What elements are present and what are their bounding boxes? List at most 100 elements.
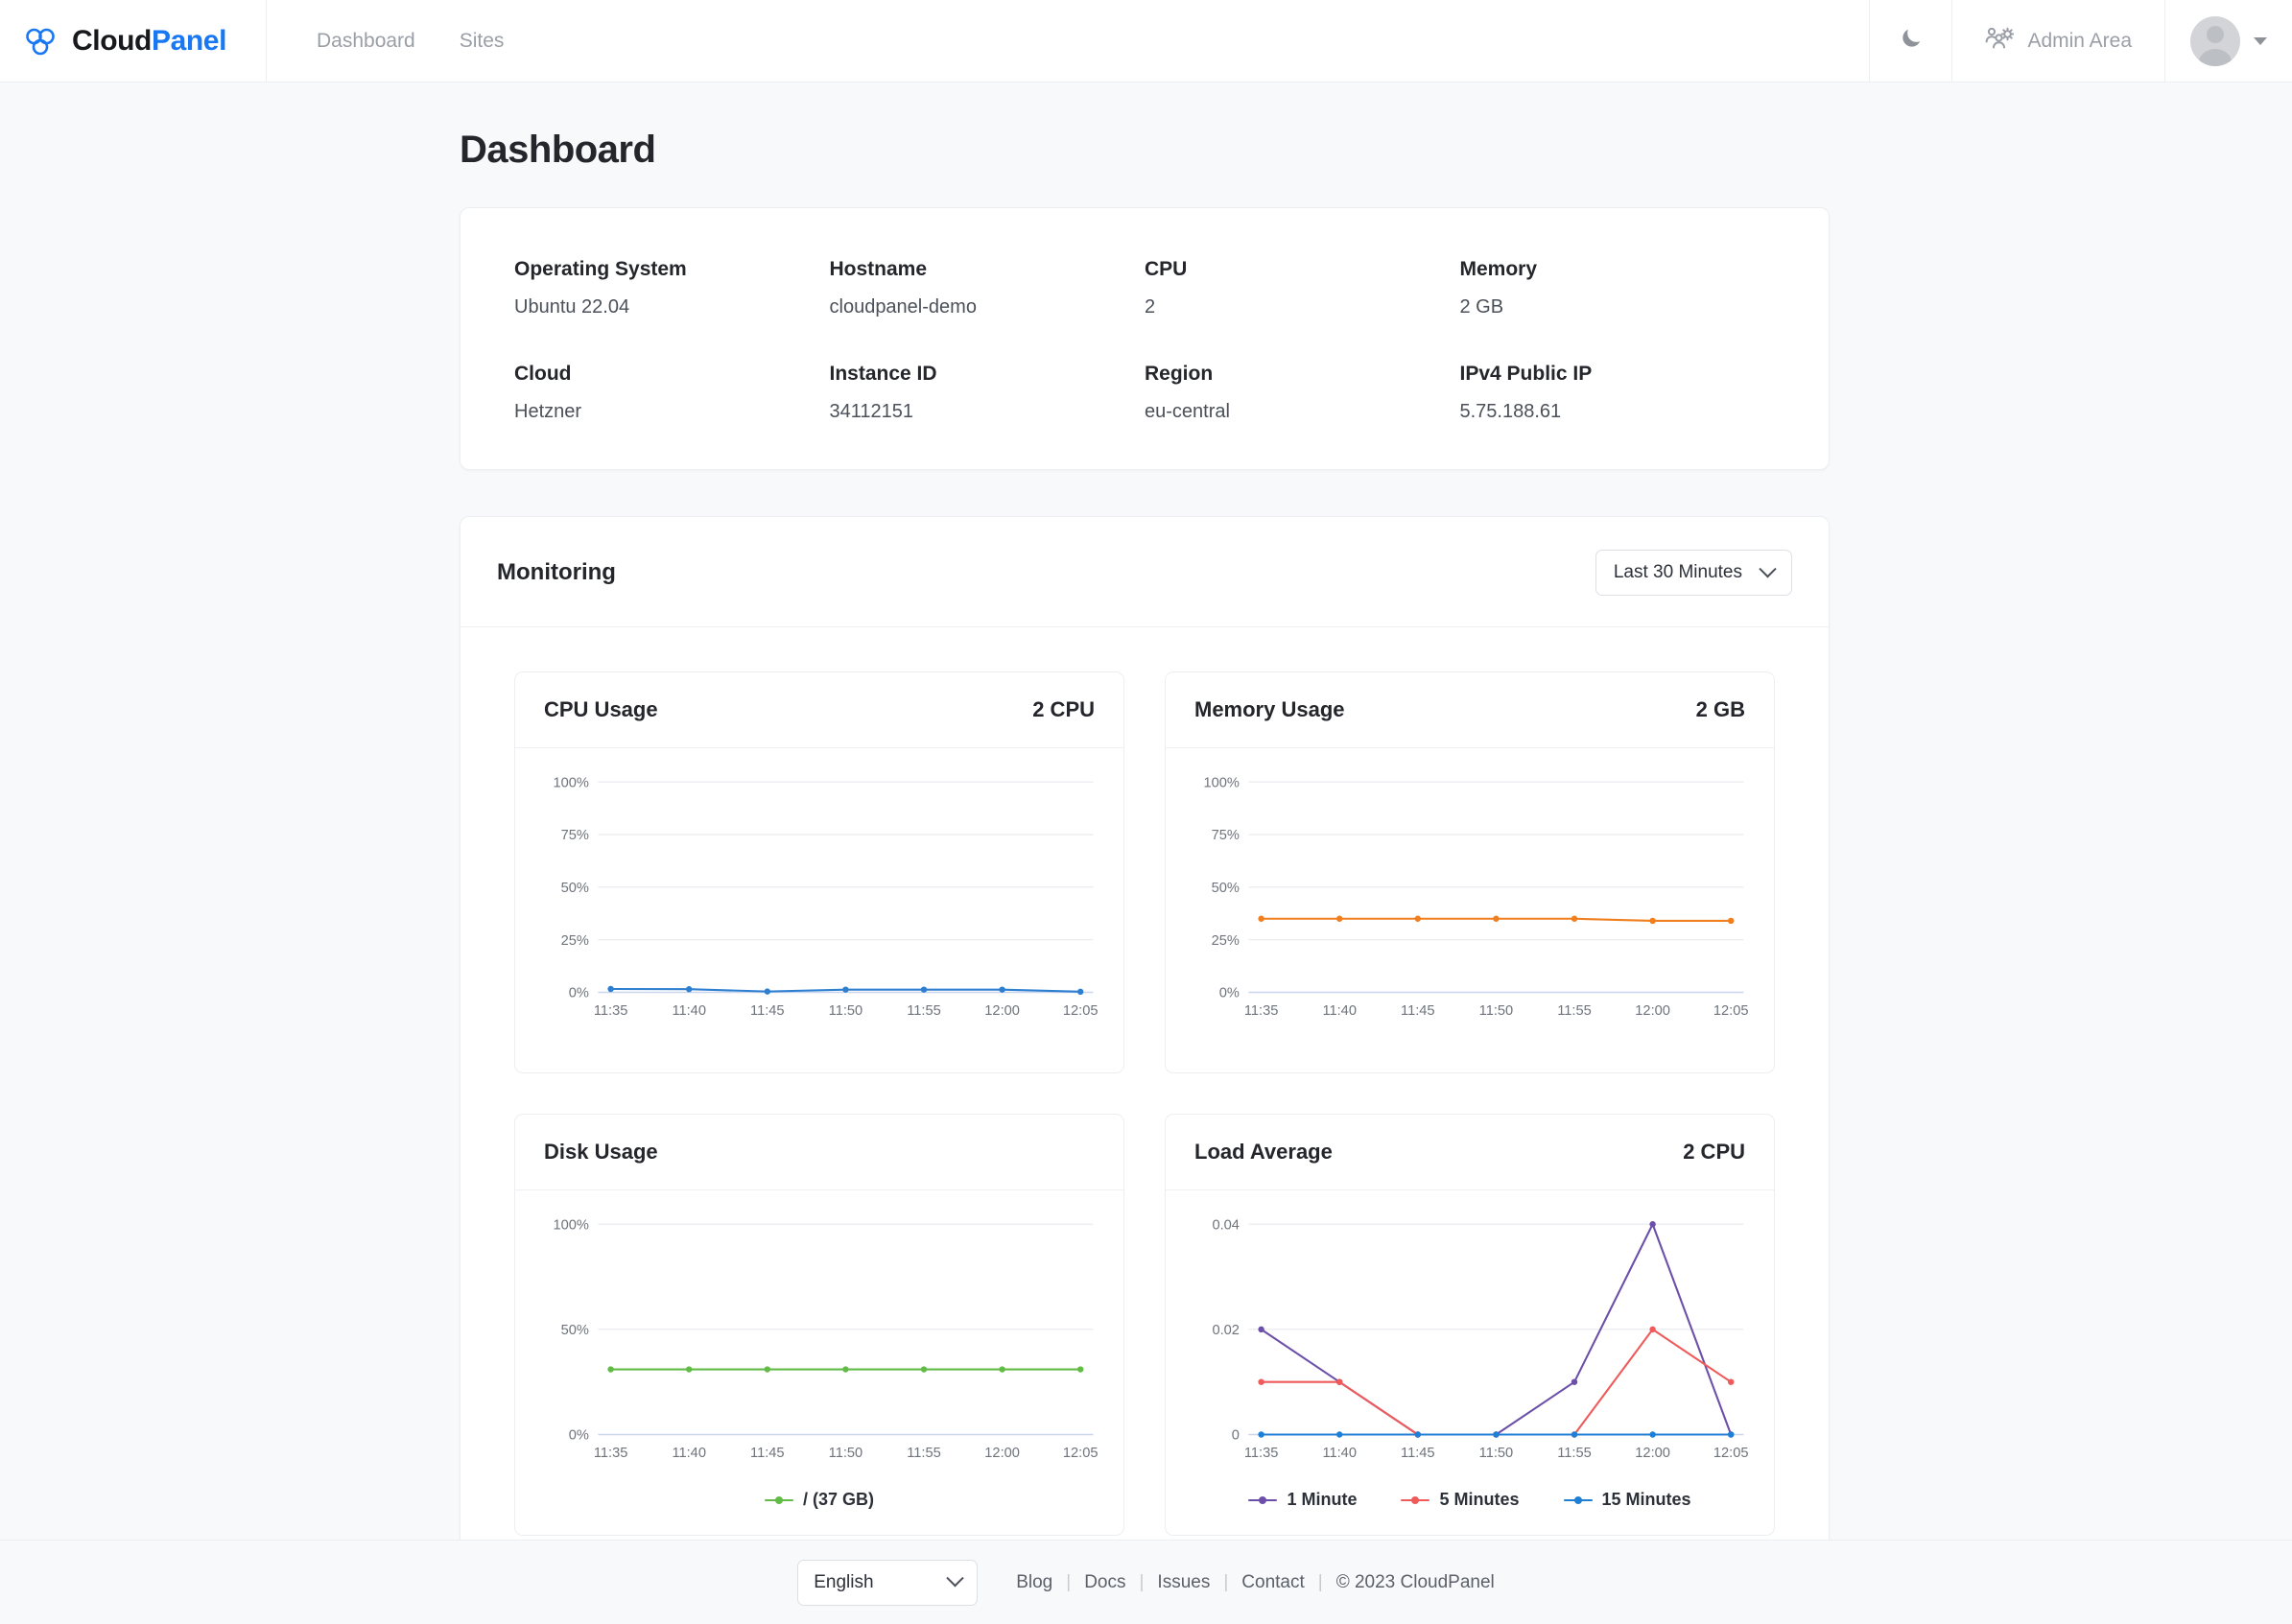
svg-text:11:40: 11:40 bbox=[672, 1446, 706, 1461]
svg-text:0.04: 0.04 bbox=[1212, 1218, 1239, 1234]
chevron-down-icon bbox=[2254, 36, 2267, 45]
svg-text:0: 0 bbox=[1232, 1428, 1240, 1444]
language-select[interactable]: English bbox=[797, 1559, 979, 1606]
monitoring-header: Monitoring Last 30 Minutes bbox=[461, 517, 1829, 627]
info-value: 34112151 bbox=[829, 401, 914, 422]
brand-name: CloudPanel bbox=[72, 25, 226, 58]
time-range-value: Last 30 Minutes bbox=[1613, 562, 1742, 582]
chart-header: Load Average 2 CPU bbox=[1166, 1115, 1774, 1191]
chart-card-memory-usage: Memory Usage 2 GB 0% 25% 50% 75% 100% 11:35 11… bbox=[1165, 671, 1775, 1074]
chart-card-cpu-usage: CPU Usage 2 CPU 0% 25% 50% 75% 100% 11:35 11:4… bbox=[514, 671, 1124, 1074]
chart-card-load-average: Load Average 2 CPU 0 0.02 0.04 11:35 11:40 11… bbox=[1165, 1114, 1775, 1537]
chart-legend bbox=[515, 1042, 1123, 1072]
footer-link-docs[interactable]: Docs bbox=[1071, 1572, 1139, 1593]
svg-text:12:05: 12:05 bbox=[1063, 1003, 1099, 1019]
info-item-memory: Memory 2 GB bbox=[1460, 258, 1776, 318]
legend-item[interactable]: 15 Minutes bbox=[1563, 1490, 1691, 1510]
legend-marker-icon bbox=[1563, 1494, 1593, 1507]
svg-text:100%: 100% bbox=[554, 775, 589, 790]
memory-usage-plot: 0% 25% 50% 75% 100% 11:35 11:40 11:45 11:50 11:55… bbox=[1204, 775, 1749, 1019]
info-label: CPU bbox=[1145, 258, 1188, 280]
nav-sites[interactable]: Sites bbox=[460, 30, 505, 53]
legend-label: 5 Minutes bbox=[1439, 1490, 1520, 1510]
language-value: English bbox=[814, 1571, 874, 1592]
svg-text:11:55: 11:55 bbox=[907, 1446, 941, 1461]
chart-legend: 1 Minute 5 Minutes 15 Minutes bbox=[1166, 1484, 1774, 1535]
svg-text:100%: 100% bbox=[1204, 775, 1240, 790]
user-menu-button[interactable] bbox=[2164, 0, 2292, 82]
svg-text:11:35: 11:35 bbox=[1244, 1003, 1279, 1019]
svg-text:12:00: 12:00 bbox=[984, 1003, 1020, 1019]
svg-text:11:50: 11:50 bbox=[1479, 1003, 1514, 1019]
server-info-grid: Operating System Ubuntu 22.04 Hostname c… bbox=[514, 258, 1775, 423]
info-label: Cloud bbox=[514, 363, 572, 385]
svg-text:12:05: 12:05 bbox=[1713, 1003, 1749, 1019]
chart-plot-area: 0 0.02 0.04 11:35 11:40 11:45 11:50 11:55 12:00 1… bbox=[1166, 1190, 1774, 1484]
svg-text:50%: 50% bbox=[561, 1323, 589, 1338]
chart-metric: 2 CPU bbox=[1683, 1140, 1745, 1165]
brand-logo-area[interactable]: CloudPanel bbox=[0, 0, 267, 82]
top-header-bar: CloudPanel Dashboard Sites Admin Area bbox=[0, 0, 2292, 82]
legend-item[interactable]: 1 Minute bbox=[1248, 1490, 1357, 1510]
svg-text:11:55: 11:55 bbox=[1557, 1446, 1592, 1461]
footer-link-contact[interactable]: Contact bbox=[1228, 1572, 1317, 1593]
time-range-select[interactable]: Last 30 Minutes bbox=[1595, 550, 1792, 596]
chart-metric: 2 GB bbox=[1695, 697, 1745, 721]
info-item-instance-id: Instance ID 34112151 bbox=[830, 363, 1146, 423]
svg-text:25%: 25% bbox=[1212, 933, 1240, 949]
info-item-cloud: Cloud Hetzner bbox=[514, 363, 830, 423]
chart-title: Disk Usage bbox=[544, 1140, 658, 1165]
svg-text:25%: 25% bbox=[561, 933, 589, 949]
monitoring-title: Monitoring bbox=[497, 559, 616, 585]
svg-text:50%: 50% bbox=[561, 881, 589, 896]
svg-text:11:50: 11:50 bbox=[829, 1003, 863, 1019]
footer-link-blog[interactable]: Blog bbox=[1003, 1572, 1066, 1593]
legend-marker-icon bbox=[764, 1494, 793, 1507]
svg-text:12:00: 12:00 bbox=[1635, 1003, 1670, 1019]
brand-name-part1: Cloud bbox=[72, 24, 152, 57]
disk-usage-plot: 0% 50% 100% 11:35 11:40 11:45 11:50 11:55 12:00 1… bbox=[554, 1218, 1099, 1462]
svg-text:12:05: 12:05 bbox=[1063, 1446, 1099, 1461]
info-value: 2 bbox=[1145, 296, 1156, 318]
cloud-logo-icon bbox=[21, 22, 59, 60]
info-value: cloudpanel-demo bbox=[829, 296, 977, 318]
server-info-card: Operating System Ubuntu 22.04 Hostname c… bbox=[460, 207, 1830, 470]
footer-link-issues[interactable]: Issues bbox=[1144, 1572, 1223, 1593]
info-value: eu-central bbox=[1145, 401, 1230, 422]
svg-text:11:45: 11:45 bbox=[1401, 1446, 1435, 1461]
load-average-plot: 0 0.02 0.04 11:35 11:40 11:45 11:50 11:55 12:00 1… bbox=[1212, 1218, 1749, 1462]
svg-text:12:00: 12:00 bbox=[984, 1446, 1020, 1461]
info-item-hostname: Hostname cloudpanel-demo bbox=[830, 258, 1146, 318]
legend-marker-icon bbox=[1248, 1494, 1278, 1507]
chevron-down-icon bbox=[1759, 559, 1777, 577]
admin-area-button[interactable]: Admin Area bbox=[1951, 0, 2164, 82]
svg-text:11:35: 11:35 bbox=[1244, 1446, 1279, 1461]
legend-label: / (37 GB) bbox=[802, 1490, 874, 1510]
nav-dashboard[interactable]: Dashboard bbox=[317, 30, 415, 53]
chart-plot-area: 0% 25% 50% 75% 100% 11:35 11:40 11:45 11:50 11:55… bbox=[1166, 748, 1774, 1042]
brand-name-part2: Panel bbox=[151, 24, 227, 57]
svg-text:12:05: 12:05 bbox=[1713, 1446, 1749, 1461]
dark-mode-toggle[interactable] bbox=[1869, 0, 1951, 82]
svg-text:11:55: 11:55 bbox=[1557, 1003, 1592, 1019]
svg-text:50%: 50% bbox=[1212, 881, 1240, 896]
svg-text:11:45: 11:45 bbox=[1401, 1003, 1435, 1019]
info-label: Memory bbox=[1459, 258, 1538, 280]
footer-copyright: © 2023 CloudPanel bbox=[1335, 1571, 1495, 1592]
info-label: Instance ID bbox=[829, 363, 937, 385]
legend-label: 15 Minutes bbox=[1601, 1490, 1691, 1510]
svg-text:11:35: 11:35 bbox=[594, 1446, 628, 1461]
svg-text:11:50: 11:50 bbox=[829, 1446, 863, 1461]
svg-text:75%: 75% bbox=[1212, 828, 1240, 843]
users-gear-icon bbox=[1985, 26, 2015, 56]
chart-title: Memory Usage bbox=[1194, 697, 1345, 721]
chart-plot-area: 0% 50% 100% 11:35 11:40 11:45 11:50 11:55 12:00 1… bbox=[515, 1190, 1123, 1484]
page-content: Dashboard Operating System Ubuntu 22.04 … bbox=[0, 129, 2292, 1591]
svg-text:11:50: 11:50 bbox=[1479, 1446, 1514, 1461]
chart-header: Memory Usage 2 GB bbox=[1166, 672, 1774, 748]
header-right-actions: Admin Area bbox=[1869, 0, 2292, 82]
legend-item[interactable]: 5 Minutes bbox=[1401, 1490, 1520, 1510]
svg-text:75%: 75% bbox=[561, 828, 589, 843]
legend-item[interactable]: / (37 GB) bbox=[764, 1490, 874, 1510]
svg-text:11:45: 11:45 bbox=[750, 1446, 785, 1461]
